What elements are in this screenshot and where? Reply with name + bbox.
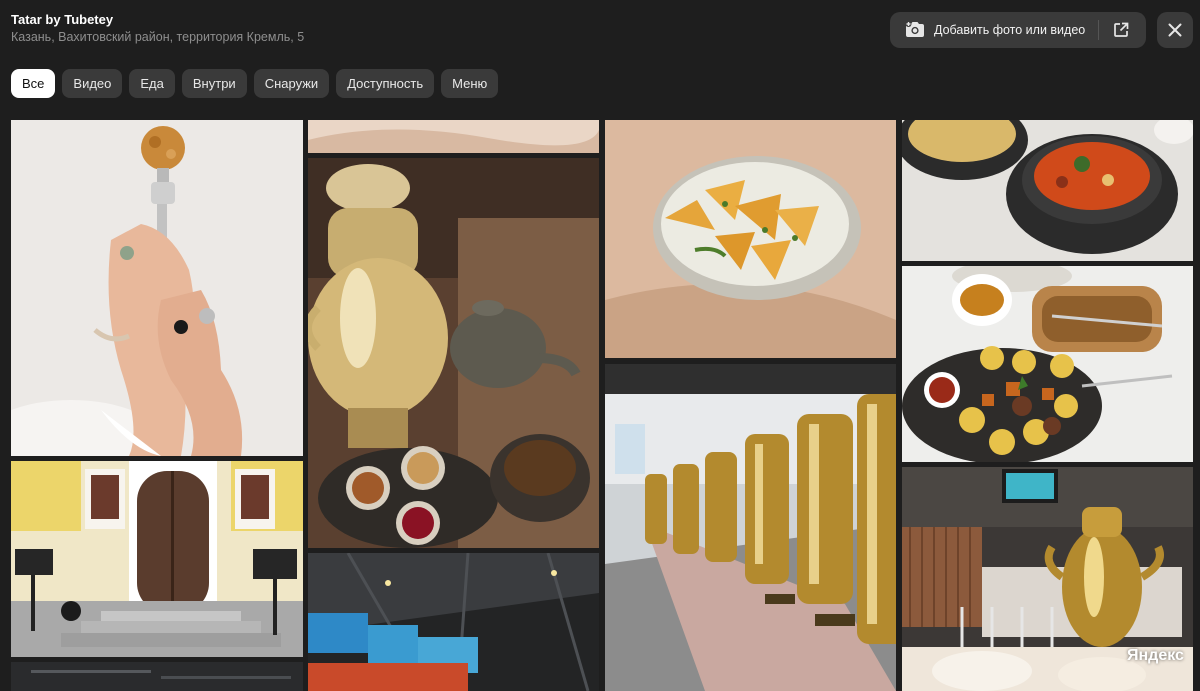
open-external-icon[interactable] — [1112, 21, 1130, 39]
place-address: Казань, Вахитовский район, территория Кр… — [11, 30, 305, 44]
photo-potatoes-plate[interactable] — [902, 266, 1193, 462]
tab-outside[interactable]: Снаружи — [253, 69, 330, 98]
add-photo-label: Добавить фото или видео — [934, 23, 1086, 37]
button-divider — [1098, 20, 1099, 40]
tab-menu[interactable]: Меню — [441, 69, 499, 98]
photo-row-of-samovars[interactable] — [605, 364, 896, 691]
tab-video[interactable]: Видео — [62, 69, 123, 98]
photo-interior-ceiling-left[interactable] — [11, 662, 303, 691]
close-icon — [1168, 23, 1182, 37]
add-photo-button[interactable]: Добавить фото или видео — [890, 12, 1146, 48]
tab-all[interactable]: Все — [11, 69, 56, 98]
photo-interior-menu-boards[interactable] — [308, 553, 599, 691]
camera-plus-icon — [904, 19, 926, 41]
photo-bread-tablecloth[interactable] — [308, 120, 599, 153]
filter-tabs: Все Видео Еда Внутри Снаружи Доступность… — [11, 69, 499, 98]
tab-inside[interactable]: Внутри — [181, 69, 247, 98]
photo-hands-chak-chak[interactable] — [11, 120, 303, 456]
yandex-watermark: Яндекс — [1127, 647, 1184, 664]
photo-soup-noodles[interactable] — [902, 120, 1193, 261]
place-title: Tatar by Tubetey — [11, 12, 114, 27]
place-header: Tatar by Tubetey Казань, Вахитовский рай… — [11, 11, 304, 46]
photo-building-entrance[interactable] — [11, 461, 303, 657]
photo-samovar-tea[interactable] — [308, 158, 599, 548]
tab-food[interactable]: Еда — [129, 69, 175, 98]
close-button[interactable] — [1157, 12, 1193, 48]
photo-dumplings-bowl[interactable] — [605, 120, 896, 358]
tab-accessibility[interactable]: Доступность — [336, 69, 435, 98]
